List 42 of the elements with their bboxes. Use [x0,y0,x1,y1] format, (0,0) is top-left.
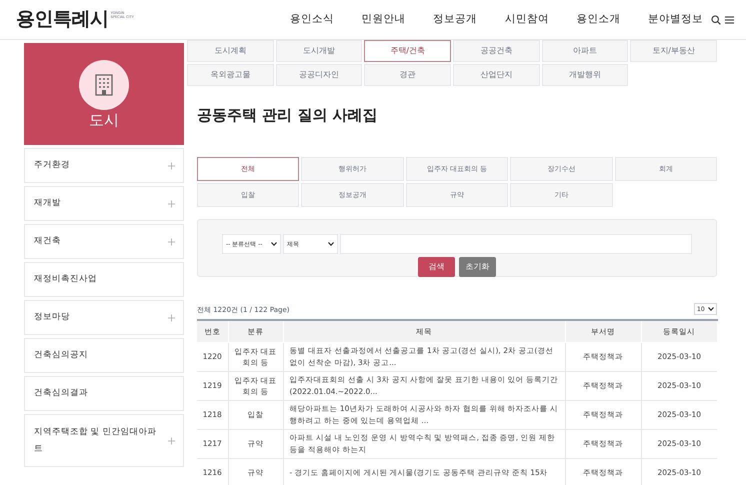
plus-icon[interactable] [168,314,175,321]
nav-link[interactable]: 분야별정보 [648,12,703,28]
category-tab[interactable]: 아파트 [542,40,628,62]
sidebar-item[interactable]: 지역주택조합 및 민간임대아파트 [24,414,184,467]
caret-icon [271,242,277,246]
search-button[interactable]: 검색 [418,257,455,277]
sidebar-item[interactable]: 재개발 [24,186,184,221]
category-tab[interactable]: 산업단지 [452,64,540,86]
menu-icon[interactable] [725,16,734,24]
category-tab[interactable]: 도시계획 [187,40,274,62]
search-field[interactable] [340,234,692,254]
sidebar-item[interactable]: 주거환경 [24,148,184,183]
sidebar-title: 도시 [89,113,119,128]
nav-link[interactable]: 용인소개 [576,12,620,28]
page-title: 공동주택 관리 질의 사례집 [197,108,379,123]
plus-icon[interactable] [168,162,175,169]
sidebar-item[interactable]: 건축심의결과 [24,376,184,411]
category-tab[interactable]: 경관 [364,64,451,86]
category-tab[interactable]: 토지/부동산 [630,40,717,62]
category-tab[interactable]: 공공디자인 [276,64,362,86]
sidebar-item[interactable]: 정보마당 [24,300,184,335]
reset-button[interactable]: 초기화 [459,257,496,277]
nav-link[interactable]: 용인소식 [290,12,334,28]
sidebar-item[interactable]: 재건축 [24,224,184,259]
building-icon [95,74,113,96]
sidebar-item[interactable]: 건축심의공지 [24,338,184,373]
category-tab[interactable]: 도시개발 [276,40,362,62]
plus-icon[interactable] [168,238,175,245]
caret-icon [328,242,334,246]
category-tab[interactable]: 주택/건축 [364,40,451,62]
category-tab[interactable]: 개발행위 [542,64,628,86]
nav-link[interactable]: 정보공개 [433,12,478,28]
caret-icon [708,307,714,311]
logo-text[interactable]: 용인특례시 [16,10,109,29]
nav-link[interactable]: 시민참여 [504,12,549,28]
sidebar-item[interactable]: 재정비촉진사업 [24,262,184,297]
plus-icon[interactable] [168,200,175,207]
category-tab[interactable]: 옥외광고물 [187,64,274,86]
nav-link[interactable]: 민원안내 [362,12,406,28]
search-icon[interactable] [711,14,721,24]
category-tab[interactable]: 공공건축 [452,40,540,62]
plus-icon[interactable] [168,437,175,444]
